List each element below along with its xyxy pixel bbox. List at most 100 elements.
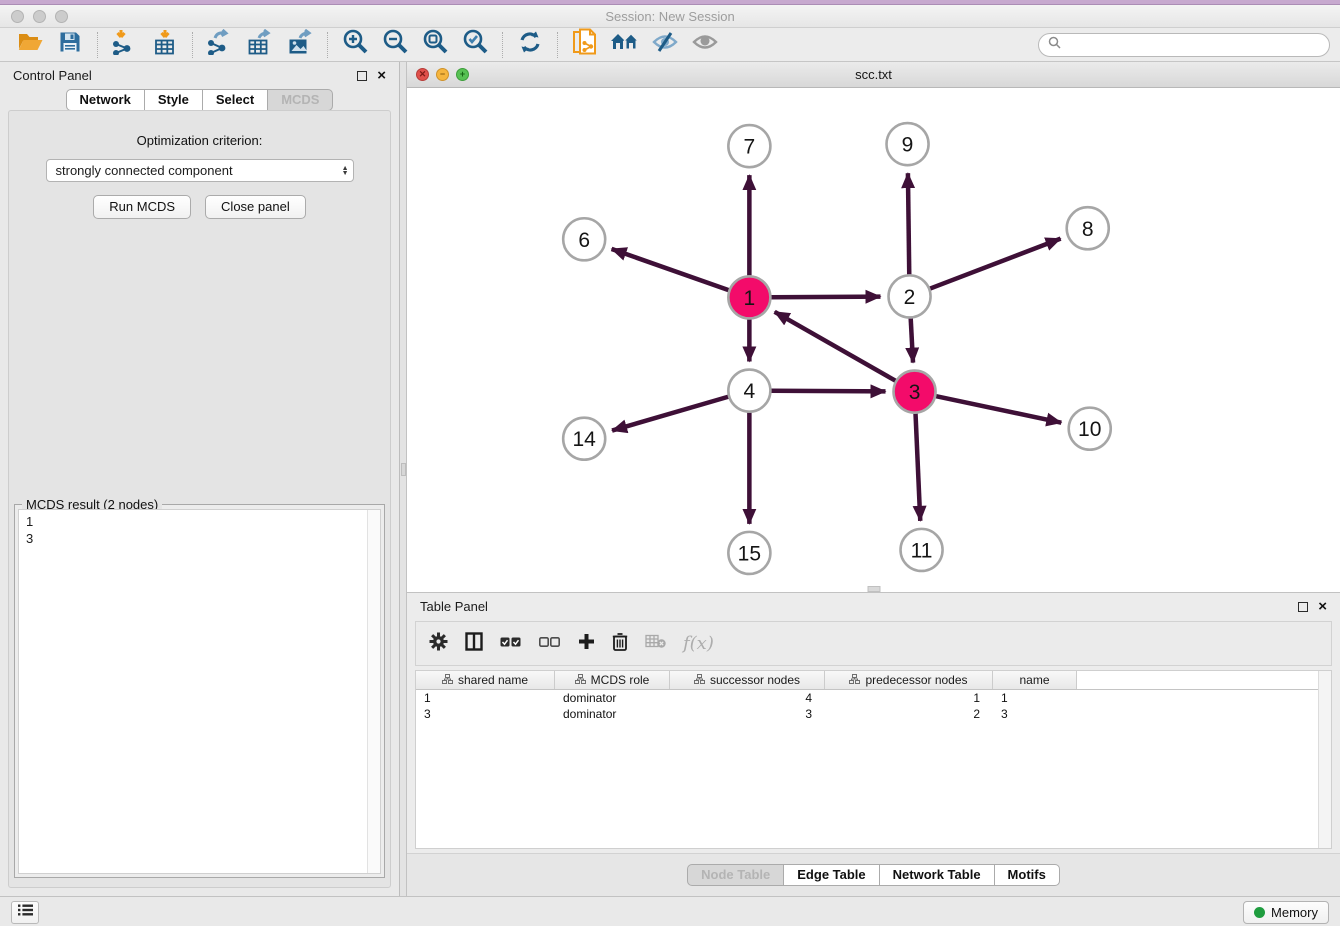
delete-table-icon[interactable] — [645, 634, 666, 653]
close-panel-icon[interactable]: × — [377, 71, 386, 81]
run-mcds-button[interactable]: Run MCDS — [93, 195, 191, 219]
tab-network-table[interactable]: Network Table — [879, 864, 995, 886]
column-header-MCDS-role[interactable]: MCDS role — [555, 671, 670, 689]
close-panel-button[interactable]: Close panel — [205, 195, 306, 219]
import-table-button[interactable] — [145, 30, 185, 60]
criterion-select[interactable]: strongly connected component ▲▼ — [46, 159, 354, 182]
show-columns-icon[interactable] — [465, 632, 483, 656]
close-table-panel-icon[interactable]: × — [1318, 602, 1327, 612]
select-all-checks-icon[interactable] — [500, 635, 522, 653]
trash-icon[interactable] — [612, 632, 628, 656]
table-cell[interactable]: 2 — [825, 706, 993, 722]
canvas-splitter-grip[interactable] — [867, 586, 880, 592]
apply-layout-button[interactable] — [510, 30, 550, 60]
graph-edge-4-14[interactable] — [612, 397, 728, 431]
network-canvas[interactable]: 7 9 6 8 1 2 4 3 14 10 15 11 — [407, 88, 1340, 592]
graph-node-2[interactable]: 2 — [889, 275, 931, 317]
search-input[interactable] — [1067, 37, 1320, 52]
result-scrollbar[interactable] — [367, 510, 380, 873]
table-cell[interactable]: 1 — [993, 690, 1077, 706]
hide-selected-button[interactable] — [645, 30, 685, 60]
column-header-shared-name[interactable]: shared name — [416, 671, 555, 689]
app-window-controls[interactable] — [11, 10, 68, 23]
network-window-titlebar[interactable]: ✕ − + scc.txt — [407, 62, 1340, 88]
table-scrollbar[interactable] — [1318, 671, 1331, 848]
tab-mcds[interactable]: MCDS — [267, 89, 333, 111]
show-all-button[interactable] — [685, 30, 725, 60]
add-row-icon[interactable] — [578, 633, 595, 655]
table-cell[interactable]: 1 — [825, 690, 993, 706]
export-table-button[interactable] — [240, 30, 280, 60]
new-network-from-selection-button[interactable] — [565, 30, 605, 60]
float-table-panel-icon[interactable] — [1298, 602, 1308, 612]
panel-splitter[interactable] — [400, 62, 407, 896]
tab-node-table[interactable]: Node Table — [687, 864, 784, 886]
zoom-out-button[interactable] — [375, 30, 415, 60]
graph-edge-1-6[interactable] — [612, 249, 729, 290]
graph-node-14[interactable]: 14 — [563, 418, 605, 460]
graph-node-1[interactable]: 1 — [728, 276, 770, 318]
graph-edge-3-11[interactable] — [916, 414, 921, 521]
hierarchy-icon — [442, 673, 453, 687]
tab-style[interactable]: Style — [144, 89, 203, 111]
graph-node-11[interactable]: 11 — [901, 529, 943, 571]
memory-button[interactable]: Memory — [1243, 901, 1329, 924]
table-cell[interactable]: 4 — [670, 690, 825, 706]
search-field[interactable] — [1038, 33, 1330, 57]
task-history-button[interactable] — [11, 901, 39, 924]
float-panel-icon[interactable] — [357, 71, 367, 81]
node-table[interactable]: shared nameMCDS rolesuccessor nodesprede… — [415, 670, 1332, 849]
network-minimize-button[interactable]: − — [436, 68, 449, 81]
tab-network[interactable]: Network — [66, 89, 145, 111]
zoom-fit-button[interactable] — [415, 30, 455, 60]
graph-edge-2-9[interactable] — [908, 173, 909, 274]
tab-edge-table[interactable]: Edge Table — [783, 864, 879, 886]
tab-motifs[interactable]: Motifs — [994, 864, 1060, 886]
column-header-name[interactable]: name — [993, 671, 1077, 689]
graph-node-8[interactable]: 8 — [1067, 207, 1109, 249]
import-network-button[interactable] — [105, 30, 145, 60]
app-close-button[interactable] — [11, 10, 24, 23]
table-cell[interactable]: 3 — [416, 706, 555, 722]
column-header-predecessor-nodes[interactable]: predecessor nodes — [825, 671, 993, 689]
deselect-all-checks-icon[interactable] — [539, 635, 561, 653]
graph-node-6[interactable]: 6 — [563, 218, 605, 260]
network-zoom-button[interactable]: + — [456, 68, 469, 81]
table-cell[interactable]: dominator — [555, 690, 670, 706]
graph-node-3[interactable]: 3 — [894, 371, 936, 413]
table-cell[interactable]: 1 — [416, 690, 555, 706]
zoom-in-button[interactable] — [335, 30, 375, 60]
graph-edge-2-8[interactable] — [930, 239, 1060, 289]
graph-node-10[interactable]: 10 — [1069, 408, 1111, 450]
table-cell[interactable]: dominator — [555, 706, 670, 722]
table-cell[interactable]: 3 — [993, 706, 1077, 722]
zoom-selected-button[interactable] — [455, 30, 495, 60]
node-table-header[interactable]: shared nameMCDS rolesuccessor nodesprede… — [416, 671, 1331, 690]
export-network-button[interactable] — [200, 30, 240, 60]
open-session-button[interactable] — [10, 30, 50, 60]
graph-edge-2-3[interactable] — [911, 318, 913, 362]
graph-node-9[interactable]: 9 — [887, 123, 929, 165]
table-cell[interactable]: 3 — [670, 706, 825, 722]
export-image-button[interactable] — [280, 30, 320, 60]
save-session-button[interactable] — [50, 30, 90, 60]
app-zoom-button[interactable] — [55, 10, 68, 23]
gear-icon[interactable] — [429, 632, 448, 656]
graph-node-7[interactable]: 7 — [728, 125, 770, 167]
function-builder-icon[interactable]: f(x) — [683, 633, 714, 654]
graph-node-4[interactable]: 4 — [728, 370, 770, 412]
graph-node-15[interactable]: 15 — [728, 532, 770, 574]
graph-edge-3-1[interactable] — [775, 312, 896, 381]
graph-edge-4-3[interactable] — [771, 391, 885, 392]
tab-select[interactable]: Select — [202, 89, 268, 111]
mcds-result-text[interactable]: 13 — [18, 509, 381, 874]
network-close-button[interactable]: ✕ — [416, 68, 429, 81]
first-neighbors-button[interactable] — [605, 30, 645, 60]
app-minimize-button[interactable] — [33, 10, 46, 23]
table-row[interactable]: 1dominator411 — [416, 690, 1331, 706]
splitter-grip-icon[interactable] — [401, 463, 406, 476]
table-row[interactable]: 3dominator323 — [416, 706, 1331, 722]
graph-edge-1-2[interactable] — [771, 297, 880, 298]
column-header-successor-nodes[interactable]: successor nodes — [670, 671, 825, 689]
graph-edge-3-10[interactable] — [936, 396, 1061, 423]
